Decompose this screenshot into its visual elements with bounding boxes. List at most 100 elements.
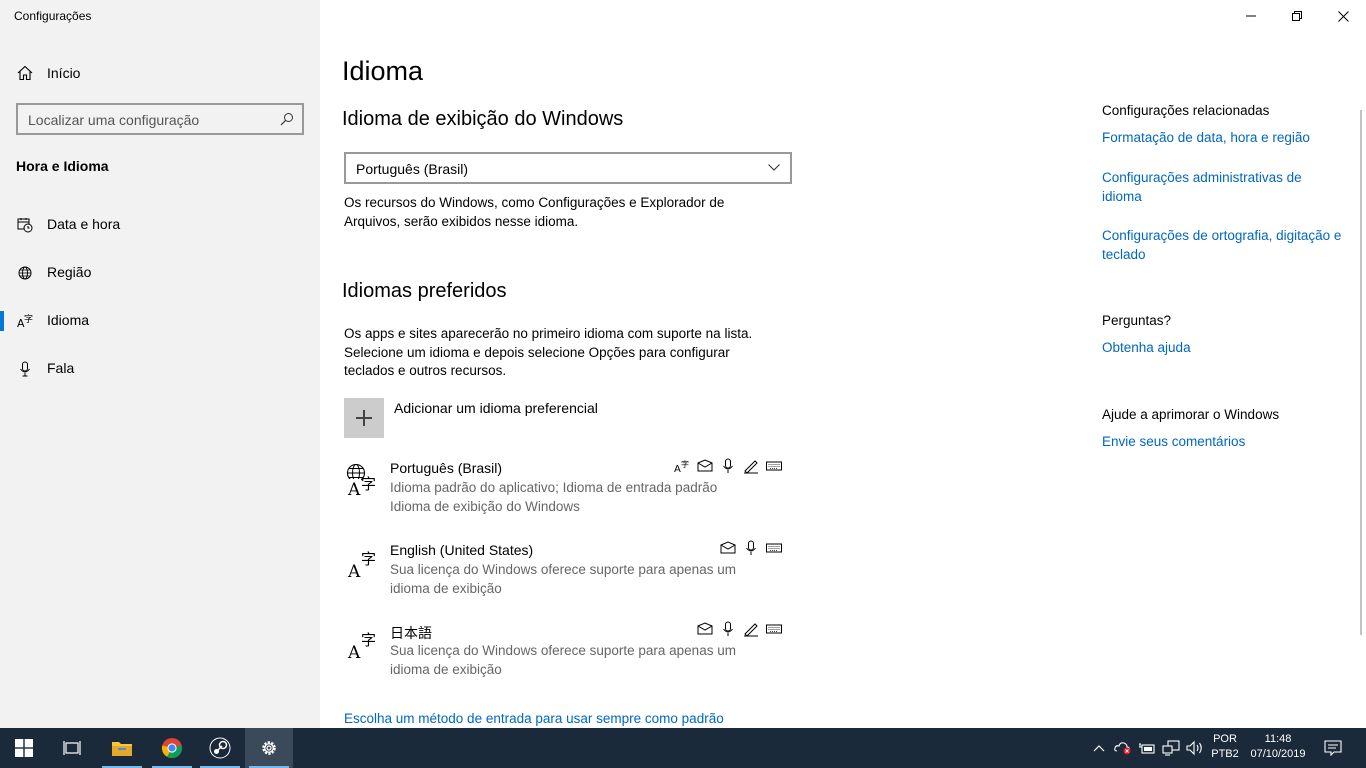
sidebar-item-label: Data e hora [47, 216, 121, 232]
language-name: 日本語 [390, 625, 432, 641]
svg-text:字: 字 [24, 313, 33, 325]
date: 07/10/2019 [1250, 748, 1306, 760]
language-description: Sua licença do Windows oferece suporte p… [390, 643, 736, 677]
task-view-button[interactable] [48, 728, 96, 768]
close-button[interactable] [1320, 0, 1366, 32]
sidebar-item-label: Idioma [47, 312, 90, 328]
sidebar: Configurações Início Localizar uma confi… [0, 0, 320, 728]
language-features: A字 [674, 458, 782, 474]
sidebar-item-language[interactable]: A字 Idioma [0, 303, 320, 339]
page-title: Idioma [342, 56, 424, 86]
language-icon: A 字 [346, 625, 380, 663]
sidebar-item-date-time[interactable]: Data e hora [0, 207, 320, 243]
handwriting-icon [744, 623, 758, 637]
svg-text:A: A [347, 643, 361, 659]
language-description: Sua licença do Windows oferece suporte p… [390, 562, 736, 596]
language-name: Português (Brasil) [390, 460, 503, 476]
globe-language-icon: A 字 [346, 462, 380, 500]
keyboard-icon [766, 461, 782, 471]
notification-icon [1324, 740, 1342, 756]
language-icon: A字 [17, 313, 33, 330]
language-item-pt-br[interactable]: A 字 Português (Brasil) Idioma padrão do … [344, 458, 784, 528]
task-view-icon [63, 741, 81, 755]
chrome-button[interactable] [148, 728, 196, 768]
calendar-clock-icon [17, 217, 33, 233]
battery-plug-icon [1139, 743, 1155, 754]
minimize-button[interactable] [1228, 0, 1274, 32]
start-button[interactable] [0, 728, 48, 768]
display-language-description: Os recursos do Windows, como Configuraçõ… [344, 195, 725, 229]
search-input[interactable]: Localizar uma configuração [16, 103, 304, 135]
chrome-icon [161, 738, 183, 759]
sidebar-item-region[interactable]: Região [0, 255, 320, 291]
home-label: Início [47, 65, 81, 81]
language-features [720, 540, 782, 556]
network-icon [1162, 740, 1180, 756]
language-name: English (United States) [390, 542, 534, 558]
language-description: Idioma padrão do aplicativo; Idioma de e… [390, 480, 718, 514]
section-title: Hora e Idioma [16, 158, 109, 174]
scrollbar[interactable] [1360, 110, 1362, 635]
add-language-label[interactable]: Adicionar um idioma preferencial [394, 400, 598, 416]
svg-text:A: A [347, 480, 361, 496]
onedrive-tray-button[interactable] [1112, 728, 1134, 768]
svg-text:字: 字 [361, 475, 376, 493]
input-language-indicator[interactable]: POR PTB2 [1208, 732, 1242, 762]
microphone-icon [746, 540, 756, 555]
folder-icon [112, 742, 132, 756]
microphone-icon [723, 458, 733, 473]
svg-text:A: A [674, 464, 681, 474]
svg-text:字: 字 [361, 631, 376, 649]
admin-language-link[interactable]: Configurações administrativas de idioma [1102, 169, 1322, 206]
questions-heading: Perguntas? [1102, 313, 1172, 328]
restore-icon [1292, 11, 1302, 21]
home-icon [17, 65, 33, 84]
add-language-button[interactable] [344, 398, 384, 438]
dropdown-value: Português (Brasil) [356, 161, 469, 177]
search-icon [280, 112, 294, 129]
improve-windows-heading: Ajude a aprimorar o Windows [1102, 407, 1280, 422]
spelling-typing-keyboard-link[interactable]: Configurações de ortografia, digitação e… [1102, 227, 1352, 264]
svg-text:字: 字 [681, 459, 689, 469]
action-center-button[interactable] [1318, 728, 1348, 768]
close-icon [1337, 10, 1349, 22]
file-explorer-button[interactable] [98, 728, 146, 768]
display-language-dropdown[interactable]: Português (Brasil) [344, 152, 792, 184]
preferred-languages-description: Os apps e sites aparecerão no primeiro i… [344, 326, 753, 378]
volume-tray-button[interactable] [1184, 728, 1206, 768]
windows-logo-icon [15, 739, 33, 757]
taskbar: POR PTB2 11:48 07/10/2019 [0, 728, 1366, 768]
battery-tray-button[interactable] [1136, 728, 1158, 768]
sidebar-item-speech[interactable]: Fala [0, 351, 320, 387]
restore-button[interactable] [1274, 0, 1320, 32]
date-time-region-link[interactable]: Formatação de data, hora e região [1102, 129, 1347, 148]
chevron-down-icon [767, 160, 781, 177]
keyboard-icon [766, 624, 782, 634]
language-features [697, 621, 782, 637]
settings-button[interactable] [245, 728, 293, 768]
steam-button[interactable] [196, 728, 244, 768]
minimize-icon [1246, 15, 1256, 17]
svg-text:字: 字 [361, 550, 376, 568]
sidebar-item-label: Fala [47, 360, 75, 376]
globe-region-icon [17, 265, 33, 281]
microphone-icon [17, 361, 33, 377]
language-item-ja[interactable]: A 字 日本語 Sua licença do Windows oferece s… [344, 621, 784, 691]
steam-icon [209, 737, 231, 759]
home-link[interactable]: Início [0, 58, 320, 88]
clock[interactable]: 11:48 07/10/2019 [1244, 732, 1312, 762]
svg-text:A: A [347, 562, 361, 578]
speaker-icon [1186, 740, 1202, 756]
default-input-method-link[interactable]: Escolha um método de entrada para usar s… [344, 711, 724, 726]
send-feedback-link[interactable]: Envie seus comentários [1102, 433, 1347, 452]
display-language-feature-icon: A字 [674, 459, 689, 474]
network-tray-button[interactable] [1160, 728, 1182, 768]
get-help-link[interactable]: Obtenha ajuda [1102, 339, 1347, 358]
search-placeholder: Localizar uma configuração [28, 112, 200, 128]
text-to-speech-icon [697, 459, 713, 472]
sidebar-item-label: Região [47, 264, 92, 280]
preferred-languages-heading: Idiomas preferidos [342, 280, 507, 302]
language-item-en-us[interactable]: A 字 English (United States) Sua licença … [344, 540, 784, 610]
app-title: Configurações [14, 9, 92, 23]
show-hidden-icons-button[interactable] [1090, 728, 1108, 768]
